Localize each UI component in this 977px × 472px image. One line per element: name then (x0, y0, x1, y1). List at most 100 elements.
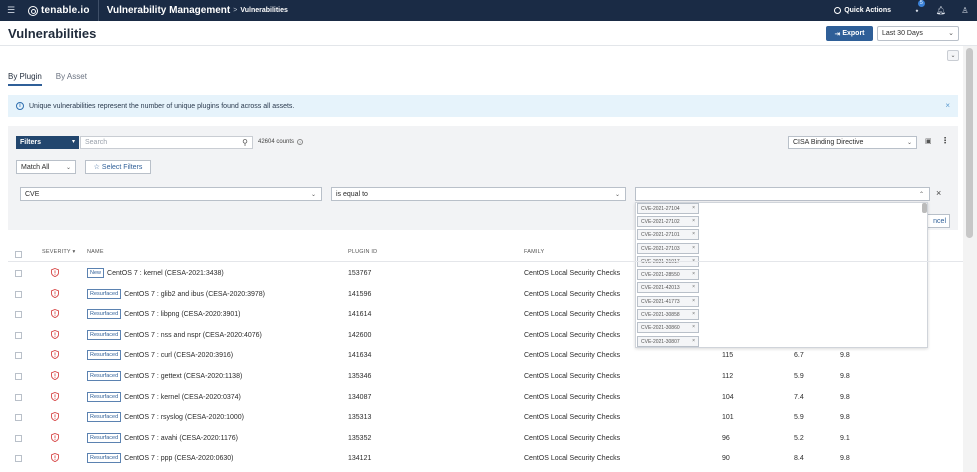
match-value: Match All (21, 163, 50, 171)
row-checkbox[interactable] (15, 352, 22, 360)
row-checkbox[interactable] (15, 455, 22, 463)
logo[interactable]: tenable.io (22, 0, 99, 21)
close-icon[interactable]: × (945, 101, 950, 110)
filter-operator-value: is equal to (336, 190, 368, 198)
remove-chip-icon[interactable]: × (692, 205, 695, 211)
remove-chip-icon[interactable]: × (692, 231, 695, 237)
saved-filter-select[interactable]: CISA Binding Directive ⌄ (788, 136, 917, 149)
remove-filter-icon[interactable]: × (936, 188, 941, 198)
select-filters-button[interactable]: ☆ Select Filters (85, 160, 151, 174)
table-row[interactable]: Resurfaced CentOS 7 : nss and nspr (CESA-… (0, 325, 962, 346)
more-options-icon[interactable]: ⋮ (941, 136, 949, 145)
quick-actions-button[interactable]: Quick Actions (834, 7, 905, 14)
match-select[interactable]: Match All ⌄ (16, 160, 76, 174)
severity-critical-icon (51, 309, 59, 319)
vuln-name-cell[interactable]: Resurfaced CentOS 7 : gettext (CESA-2020:… (87, 371, 242, 381)
column-header-name[interactable]: NAME (87, 249, 104, 255)
row-checkbox[interactable] (15, 311, 22, 319)
bell-icon[interactable]: 🔔︎ (929, 6, 953, 15)
vpr-cell: 5.2 (794, 434, 804, 442)
row-checkbox[interactable] (15, 373, 22, 380)
vuln-name-cell[interactable]: New CentOS 7 : kernel (CESA-2021:3438) (87, 268, 224, 278)
tab-by-plugin[interactable]: By Plugin (8, 72, 42, 86)
save-icon[interactable]: ▣ (925, 137, 932, 145)
view-tabs: By Plugin By Asset (8, 72, 87, 86)
export-button[interactable]: ⇥ Export (826, 26, 873, 41)
family-cell: CentOS Local Security Checks (524, 290, 621, 298)
cvss-cell: 9.8 (840, 455, 850, 463)
header-divider (8, 261, 963, 262)
collapse-toggle-button[interactable]: ⌄ (947, 50, 959, 61)
chevron-down-icon: ⌄ (614, 192, 620, 198)
filter-value-select[interactable]: ⌃ (635, 187, 930, 201)
vuln-name-cell[interactable]: Resurfaced CentOS 7 : glib2 and ibus (CES… (87, 288, 265, 299)
table-row[interactable]: Resurfaced CentOS 7 : kernel (CESA-2020:0… (0, 387, 962, 408)
value-chip[interactable]: CVE-2021-27101 × (637, 229, 699, 240)
severity-critical-icon (51, 453, 59, 463)
select-all-checkbox[interactable] (15, 251, 22, 258)
table-row[interactable]: Resurfaced CentOS 7 : curl (CESA-2020:391… (0, 345, 962, 366)
banner-text: Unique vulnerabilities represent the num… (29, 102, 295, 110)
page-scrollbar-thumb[interactable] (966, 48, 973, 238)
status-badge: Resurfaced (87, 288, 122, 299)
value-chip[interactable]: CVE-2021-27103 × (637, 243, 699, 254)
row-checkbox[interactable] (15, 434, 22, 442)
column-header-family[interactable]: FAMILY (524, 249, 544, 255)
page-title: Vulnerabilities (8, 26, 97, 41)
row-checkbox[interactable] (15, 290, 22, 298)
column-header-severity[interactable]: SEVERITY ▾ (42, 249, 75, 255)
help-icon[interactable]: ? (297, 139, 304, 145)
vuln-name-cell[interactable]: Resurfaced CentOS 7 : libpng (CESA-2020:3… (87, 309, 241, 320)
chevron-down-icon: ⌄ (948, 30, 954, 37)
table-row[interactable]: Resurfaced CentOS 7 : libpng (CESA-2020:3… (0, 304, 962, 325)
filters-label: Filters (20, 139, 42, 146)
table-row[interactable]: Resurfaced CentOS 7 : rsyslog (CESA-2020:… (0, 407, 962, 428)
remove-chip-icon[interactable]: × (692, 245, 695, 251)
app-title[interactable]: Vulnerability Management (99, 5, 231, 16)
vpr-cell: 6.7 (794, 352, 804, 360)
vuln-name-cell[interactable]: Resurfaced CentOS 7 : curl (CESA-2020:391… (87, 350, 233, 361)
menu-icon[interactable]: ☰ (0, 5, 22, 16)
vuln-name-cell[interactable]: Resurfaced CentOS 7 : avahi (CESA-2020:11… (87, 432, 239, 443)
count-cell: 115 (722, 352, 734, 360)
chip-label: CVE-2021-27103 (641, 245, 680, 252)
value-chip[interactable]: CVE-2021-27104 × (637, 203, 699, 214)
status-badge: Resurfaced (87, 309, 122, 320)
row-checkbox[interactable] (15, 393, 22, 401)
user-icon[interactable]: ♙ (953, 6, 977, 15)
vuln-name: CentOS 7 : avahi (CESA-2020:1176) (124, 434, 239, 442)
table-row[interactable]: Resurfaced CentOS 7 : gettext (CESA-2020:… (0, 366, 962, 387)
search-input[interactable]: Search ⚲ (80, 136, 253, 149)
row-checkbox[interactable] (15, 270, 22, 277)
whats-new-icon[interactable]: ⬩ 5 (905, 0, 929, 16)
value-chip[interactable]: CVE-2021-27102 × (637, 216, 699, 227)
row-checkbox[interactable] (15, 414, 22, 422)
table-row[interactable]: Resurfaced CentOS 7 : ppp (CESA-2020:0630… (0, 448, 962, 469)
breadcrumb-page: Vulnerabilities (240, 7, 288, 14)
vuln-name-cell[interactable]: Resurfaced CentOS 7 : kernel (CESA-2020:0… (87, 391, 241, 402)
select-filters-label: Select Filters (101, 163, 143, 171)
plugin-id-cell: 141596 (348, 290, 372, 298)
vuln-name-cell[interactable]: Resurfaced CentOS 7 : nss and nspr (CESA-… (87, 329, 262, 340)
search-icon[interactable]: ⚲ (242, 138, 248, 147)
table-row[interactable]: New CentOS 7 : kernel (CESA-2021:3438) 153… (0, 263, 962, 284)
family-cell: CentOS Local Security Checks (524, 352, 621, 360)
chevron-down-icon: ⌄ (65, 165, 71, 171)
dropdown-scrollbar-thumb[interactable] (922, 203, 927, 213)
vpr-cell: 5.9 (794, 414, 804, 422)
vuln-name-cell[interactable]: Resurfaced CentOS 7 : ppp (CESA-2020:0630… (87, 453, 233, 464)
filter-field-select[interactable]: CVE ⌄ (20, 187, 322, 201)
tab-by-asset[interactable]: By Asset (56, 72, 87, 86)
plugin-id-cell: 135346 (348, 373, 372, 380)
filter-operator-select[interactable]: is equal to ⌄ (331, 187, 626, 201)
row-checkbox[interactable] (15, 331, 22, 339)
vuln-name-cell[interactable]: Resurfaced CentOS 7 : rsyslog (CESA-2020:… (87, 412, 244, 423)
chevron-down-icon: ▾ (71, 139, 75, 145)
search-placeholder: Search (85, 139, 108, 146)
table-row[interactable]: Resurfaced CentOS 7 : avahi (CESA-2020:11… (0, 428, 962, 449)
date-range-select[interactable]: Last 30 Days ⌄ (877, 26, 959, 41)
table-row[interactable]: Resurfaced CentOS 7 : glib2 and ibus (CES… (0, 284, 962, 305)
remove-chip-icon[interactable]: × (692, 218, 695, 224)
column-header-plugin-id[interactable]: PLUGIN ID (348, 249, 377, 255)
filters-button[interactable]: Filters ▾ (16, 136, 79, 149)
